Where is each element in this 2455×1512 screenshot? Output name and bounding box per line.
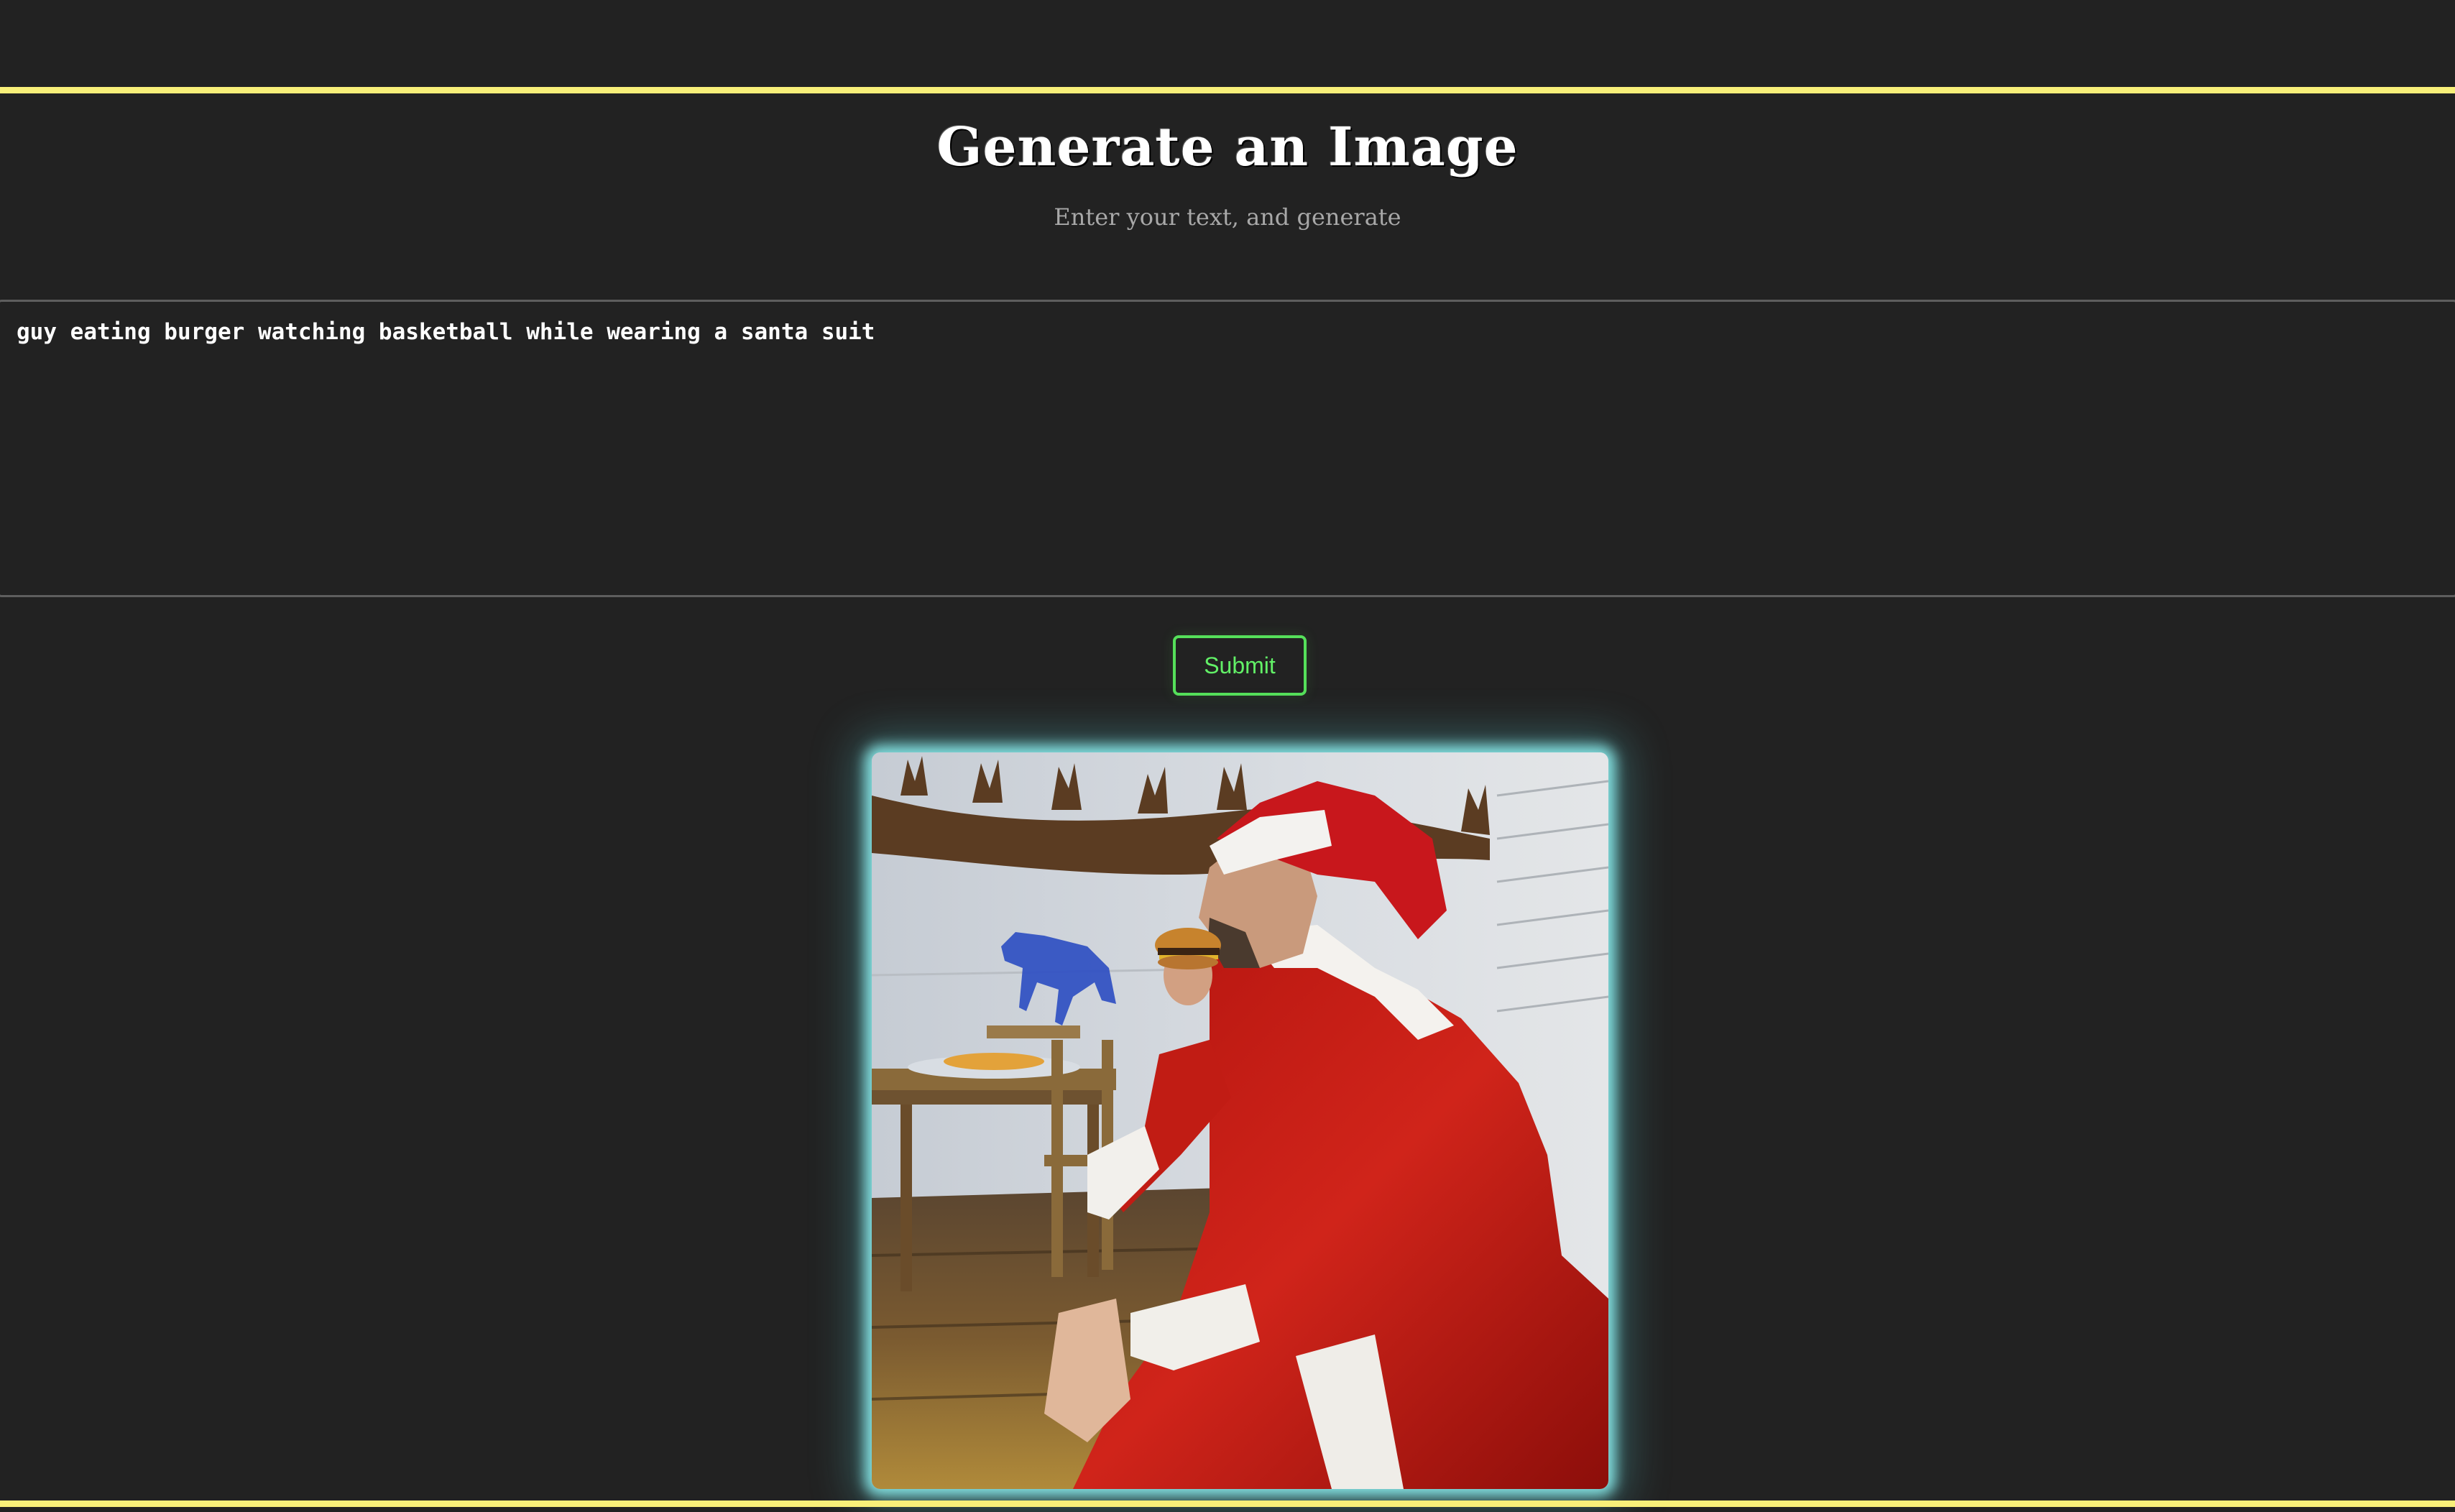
- generated-image: [872, 752, 1608, 1489]
- prompt-input[interactable]: guy eating burger watching basketball wh…: [0, 300, 2455, 597]
- top-accent-rule: [0, 87, 2455, 93]
- page: Generate an Image Enter your text, and g…: [0, 0, 2455, 1512]
- bottom-accent-rule: [0, 1501, 2455, 1507]
- page-title: Generate an Image: [936, 116, 1519, 178]
- page-subtitle: Enter your text, and generate: [1054, 203, 1401, 231]
- submit-button[interactable]: Submit: [1173, 635, 1307, 696]
- generated-image-picture: [872, 752, 1608, 1489]
